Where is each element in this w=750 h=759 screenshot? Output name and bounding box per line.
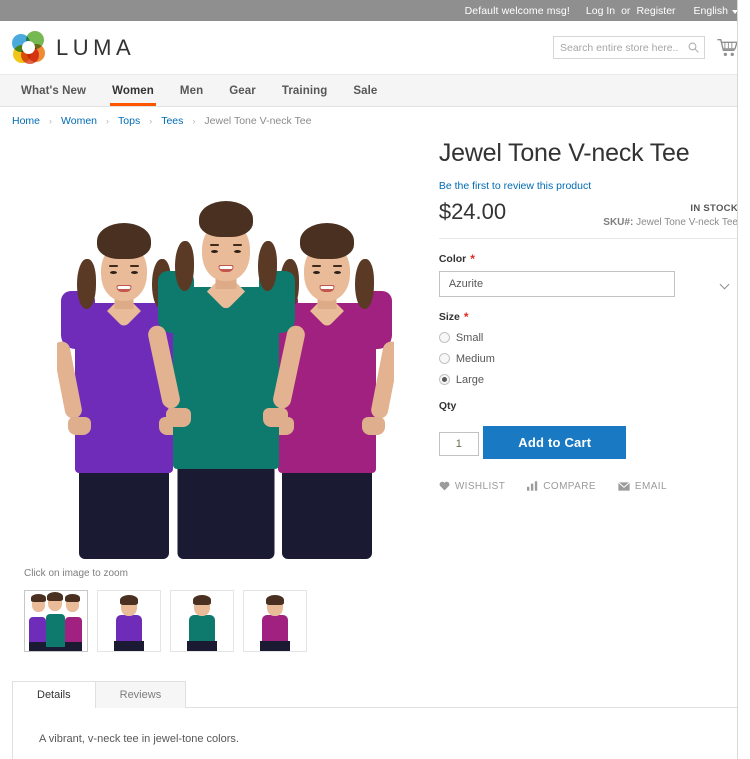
model-teal — [145, 135, 307, 559]
logo[interactable]: LUMA — [12, 31, 135, 64]
thumbnail-magenta[interactable] — [243, 590, 307, 652]
breadcrumb-separator: › — [49, 116, 53, 126]
welcome-message: Default welcome msg! — [464, 4, 570, 17]
wishlist-label: WISHLIST — [454, 480, 506, 492]
required-asterisk: * — [470, 251, 475, 266]
compare-link[interactable]: COMPARE — [527, 481, 596, 492]
tab-details[interactable]: Details — [12, 681, 96, 709]
chevron-down-icon — [719, 279, 730, 290]
nav-item-men[interactable]: Men — [167, 75, 216, 106]
site-header: LUMA — [0, 21, 750, 75]
main-content: Click on image to zoom Jewel Tone V-neck… — [0, 135, 750, 652]
language-label: English — [693, 4, 728, 17]
stock-info: IN STOCK SKU#: Jewel Tone V-neck Tee — [603, 199, 738, 228]
breadcrumb-home[interactable]: Home — [12, 115, 40, 127]
nav-item-training[interactable]: Training — [269, 75, 341, 106]
radio-medium[interactable] — [438, 353, 450, 365]
page-title: Jewel Tone V-neck Tee — [438, 139, 690, 167]
status-badge: IN STOCK — [690, 202, 738, 214]
size-small-label: Small — [455, 331, 484, 344]
required-asterisk: * — [463, 309, 469, 324]
thumbnail-strip — [24, 590, 431, 652]
nav-item-gear[interactable]: Gear — [216, 75, 269, 106]
thumbnail-teal[interactable] — [170, 590, 234, 652]
size-option-small[interactable]: Small — [438, 331, 738, 344]
breadcrumb-tees[interactable]: Tees — [161, 115, 183, 127]
breadcrumb: Home › Women › Tops › Tees › Jewel Tone … — [0, 107, 750, 135]
email-label: EMAIL — [634, 480, 667, 492]
size-medium-label: Medium — [455, 352, 495, 365]
sku-value: Jewel Tone V-neck Tee — [636, 216, 738, 228]
tab-reviews[interactable]: Reviews — [94, 681, 187, 708]
header-actions — [553, 36, 738, 59]
qty-label: Qty — [438, 399, 457, 412]
language-switcher[interactable]: English — [694, 5, 738, 17]
tab-panel-details: A vibrant, v-neck tee in jewel-tone colo… — [12, 707, 738, 759]
wishlist-link[interactable]: WISHLIST — [439, 481, 505, 492]
heart-icon — [439, 481, 450, 491]
color-label: Color * — [439, 253, 738, 265]
luma-logo-icon — [12, 31, 45, 64]
top-panel: Default welcome msg! Log In or Register … — [0, 0, 750, 21]
size-large-label: Large — [455, 373, 484, 386]
product-info: Jewel Tone V-neck Tee Be the first to re… — [438, 135, 738, 652]
breadcrumb-separator: › — [106, 116, 110, 126]
logo-text: LUMA — [56, 34, 136, 60]
color-select-wrap: Azurite — [438, 270, 738, 297]
review-link[interactable]: Be the first to review this product — [439, 180, 738, 192]
sku-label: SKU#: — [603, 216, 634, 228]
price-row: $24.00 IN STOCK SKU#: Jewel Tone V-neck … — [438, 198, 738, 239]
thumbnail-purple[interactable] — [97, 590, 161, 652]
search-icon[interactable] — [688, 42, 699, 53]
thumbnail-group[interactable] — [24, 590, 88, 652]
email-link[interactable]: EMAIL — [617, 480, 667, 492]
compare-bars-icon — [527, 481, 538, 491]
login-link[interactable]: Log In — [586, 5, 615, 17]
product-actions: WISHLIST COMPARE EMAIL — [439, 481, 738, 492]
breadcrumb-tops[interactable]: Tops — [118, 115, 140, 127]
size-label-text: Size — [438, 310, 460, 323]
breadcrumb-women[interactable]: Women — [61, 115, 97, 127]
details-text: A vibrant, v-neck tee in jewel-tone colo… — [39, 733, 239, 745]
search-box[interactable] — [553, 36, 705, 59]
color-select[interactable]: Azurite — [438, 270, 675, 297]
product-page: Default welcome msg! Log In or Register … — [0, 0, 750, 759]
zoom-hint: Click on image to zoom — [24, 568, 128, 579]
or-separator: or — [621, 4, 631, 17]
nav-item-women[interactable]: Women — [99, 75, 167, 106]
product-price: $24.00 — [438, 198, 507, 224]
size-option-large[interactable]: Large — [438, 373, 738, 386]
nav-item-whats-new[interactable]: What's New — [8, 75, 99, 106]
cart-icon[interactable] — [717, 38, 738, 57]
size-label: Size * — [439, 311, 738, 323]
main-product-image[interactable] — [57, 135, 394, 559]
radio-large[interactable] — [438, 374, 450, 386]
breadcrumb-separator: › — [192, 116, 196, 126]
product-gallery: Click on image to zoom — [12, 135, 431, 652]
breadcrumb-separator: › — [149, 116, 153, 126]
product-tabs: Details Reviews A vibrant, v-neck tee in… — [12, 681, 738, 759]
register-link[interactable]: Register — [636, 5, 675, 17]
radio-small[interactable] — [438, 332, 450, 344]
breadcrumb-current: Jewel Tone V-neck Tee — [204, 115, 312, 127]
quantity-stepper[interactable] — [438, 431, 479, 456]
envelope-icon — [617, 481, 630, 491]
color-label-text: Color — [438, 252, 467, 265]
nav-item-sale[interactable]: Sale — [340, 75, 390, 106]
page-right-edge — [737, 0, 750, 759]
tab-list: Details Reviews — [12, 681, 738, 709]
main-navigation: What's New Women Men Gear Training Sale — [0, 75, 750, 107]
add-to-cart-button[interactable]: Add to Cart — [483, 425, 627, 459]
compare-label: COMPARE — [543, 480, 596, 492]
sku: SKU#: Jewel Tone V-neck Tee — [603, 217, 738, 228]
size-option-medium[interactable]: Medium — [438, 352, 738, 365]
search-input[interactable] — [560, 41, 678, 54]
